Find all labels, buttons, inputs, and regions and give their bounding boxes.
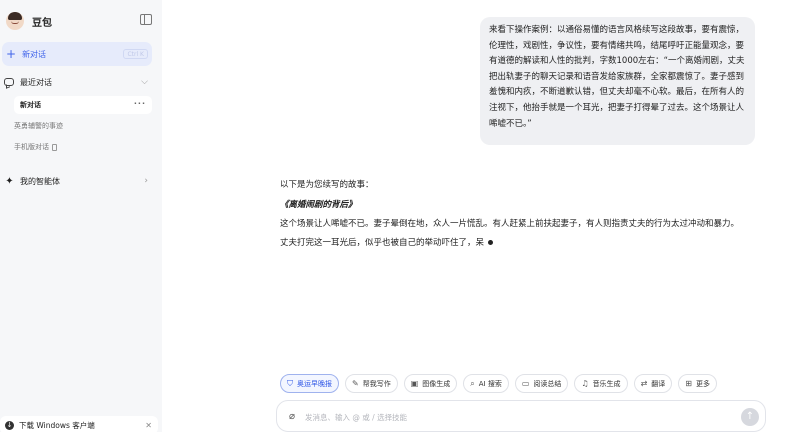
skill-chip-search[interactable]: ⌕ AI 搜索 — [463, 374, 509, 393]
history-item[interactable]: 英勇辅警的事迹 — [14, 118, 63, 134]
chevron-down-icon: ⌵ — [141, 77, 148, 87]
my-agents-label: 我的智能体 — [20, 176, 60, 186]
skill-chip-more[interactable]: ⊞ 更多 — [678, 374, 717, 393]
music-icon: ♫ — [581, 379, 589, 388]
more-options-icon[interactable]: ··· — [134, 99, 146, 108]
shortcut-badge: Ctrl K — [123, 49, 148, 59]
shield-icon: ⛉ — [287, 378, 293, 388]
brand[interactable]: 豆包 — [6, 10, 52, 32]
story-title: 《离婚闹剧的背后》 — [280, 199, 357, 210]
story-paragraph: 丈夫打完这一耳光后，似乎也被自己的举动吓住了，呆 — [280, 236, 760, 251]
history-item-label: 英勇辅警的事迹 — [14, 122, 63, 130]
user-message-bubble: 来看下操作案例：以通俗易懂的语言风格续写这段故事，要有震惊，伦理性，戏剧性，争议… — [480, 17, 755, 145]
read-icon: ▭ — [521, 379, 530, 388]
skill-toolbar: ⛉ 奥运早晚报 ✎ 帮我写作 ▣ 图像生成 ⌕ AI 搜索 ▭ 阅读总结 ♫ 音乐生成 ⇄ 翻… — [280, 374, 717, 393]
close-icon[interactable]: ✕ — [145, 421, 152, 430]
history-item-active[interactable]: 新对话 ··· — [14, 96, 152, 114]
message-composer: ⌀ ↑ — [276, 400, 766, 432]
skill-chip-music[interactable]: ♫ 音乐生成 — [574, 374, 628, 393]
my-agents-row[interactable]: ✦ 我的智能体 › — [4, 172, 152, 190]
message-input[interactable] — [305, 410, 705, 424]
story-paragraph: 这个场景让人唏嘘不已。妻子晕倒在地，众人一片慌乱。有人赶紧上前扶起妻子，有人则指… — [280, 219, 740, 229]
phone-icon — [52, 143, 57, 151]
translate-icon: ⇄ — [640, 379, 648, 388]
grid-icon: ⊞ — [685, 379, 692, 388]
new-chat-label: 新对话 — [22, 49, 47, 59]
chat-main: 来看下操作案例：以通俗易懂的语言风格续写这段故事，要有震惊，伦理性，戏剧性，争议… — [162, 0, 800, 432]
skill-chip-olympics[interactable]: ⛉ 奥运早晚报 — [280, 374, 339, 393]
skill-chip-image[interactable]: ▣ 图像生成 — [403, 374, 458, 393]
sparkle-icon: ✦ — [5, 175, 14, 187]
chevron-right-icon: › — [144, 176, 148, 186]
chat-bubble-icon — [4, 78, 14, 86]
response-intro: 以下是为您续写的故事： — [280, 180, 374, 190]
avatar — [6, 12, 24, 30]
download-client-banner[interactable]: ↓ 下载 Windows 客户端 ✕ — [0, 416, 158, 432]
assistant-response: 以下是为您续写的故事： 《离婚闹剧的背后》 这个场景让人唏嘘不已。妻子晕倒在地，… — [280, 178, 760, 254]
new-chat-button[interactable]: + 新对话 Ctrl K — [2, 42, 152, 66]
search-icon: ⌕ — [470, 378, 475, 388]
send-button[interactable]: ↑ — [741, 408, 759, 426]
history-item[interactable]: 手机版对话 — [14, 139, 57, 155]
pen-icon: ✎ — [352, 379, 359, 388]
plus-icon: + — [6, 47, 17, 61]
history-item-label: 手机版对话 — [14, 143, 49, 151]
sidebar: 豆包 + 新对话 Ctrl K 最近对话 ⌵ 新对话 ··· 英勇辅警的事迹 手… — [0, 0, 162, 432]
skill-chip-translate[interactable]: ⇄ 翻译 — [633, 374, 673, 393]
recent-chats-label: 最近对话 — [20, 77, 52, 87]
skill-chip-writing[interactable]: ✎ 帮我写作 — [345, 374, 398, 393]
skill-chip-reading[interactable]: ▭ 阅读总结 — [514, 374, 569, 393]
recent-chats-header[interactable]: 最近对话 ⌵ — [4, 73, 152, 91]
app-window: 豆包 + 新对话 Ctrl K 最近对话 ⌵ 新对话 ··· 英勇辅警的事迹 手… — [0, 0, 800, 432]
attachment-icon[interactable]: ⌀ — [289, 411, 295, 422]
image-icon: ▣ — [410, 379, 419, 388]
download-icon: ↓ — [5, 420, 14, 430]
brand-name: 豆包 — [32, 17, 52, 29]
download-label: 下载 Windows 客户端 — [19, 420, 95, 430]
collapse-sidebar-icon[interactable] — [140, 14, 152, 25]
typing-indicator — [488, 239, 494, 245]
history-item-label: 新对话 — [20, 101, 41, 109]
